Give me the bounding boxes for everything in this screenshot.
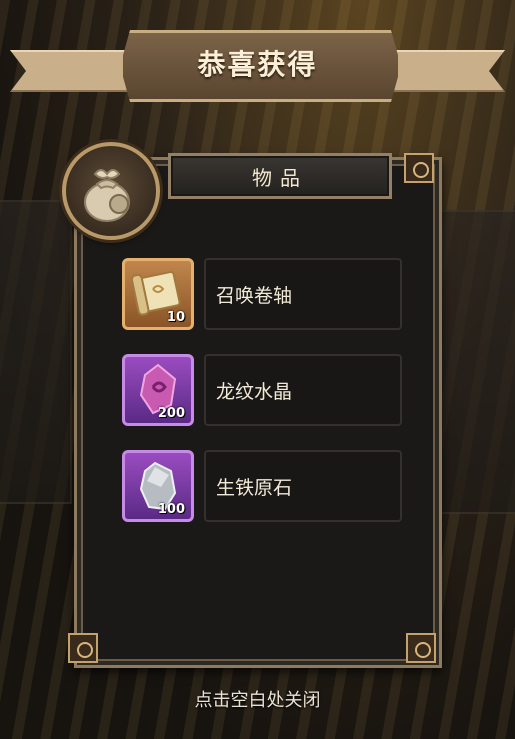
item-icon-frame[interactable]: 200 <box>122 354 194 426</box>
corner-ornament-bottom-left <box>68 633 98 663</box>
category-plate: 物品 <box>168 153 392 199</box>
bag-icon <box>62 142 160 240</box>
reward-title: 恭喜获得 <box>197 48 318 81</box>
reward-item-row[interactable]: 100 生铁原石 <box>122 450 402 522</box>
reward-item-row[interactable]: 10 召唤卷轴 <box>122 258 402 330</box>
item-count: 100 <box>157 502 185 517</box>
item-name-box: 召唤卷轴 <box>204 258 402 330</box>
item-count: 200 <box>157 406 185 421</box>
item-count: 10 <box>166 310 185 325</box>
corner-ornament-bottom-right <box>406 633 436 663</box>
close-hint[interactable]: 点击空白处关闭 <box>0 686 515 712</box>
item-name-box: 生铁原石 <box>204 450 402 522</box>
reward-item-row[interactable]: 200 龙纹水晶 <box>122 354 402 426</box>
item-icon-frame[interactable]: 100 <box>122 450 194 522</box>
corner-ornament-top-right <box>404 153 434 183</box>
item-name-box: 龙纹水晶 <box>204 354 402 426</box>
item-name: 生铁原石 <box>216 476 293 499</box>
item-name: 龙纹水晶 <box>216 380 293 403</box>
background-panel-left <box>0 200 72 504</box>
item-icon-frame[interactable]: 10 <box>122 258 194 330</box>
category-label: 物品 <box>252 165 308 190</box>
item-name: 召唤卷轴 <box>216 284 293 307</box>
